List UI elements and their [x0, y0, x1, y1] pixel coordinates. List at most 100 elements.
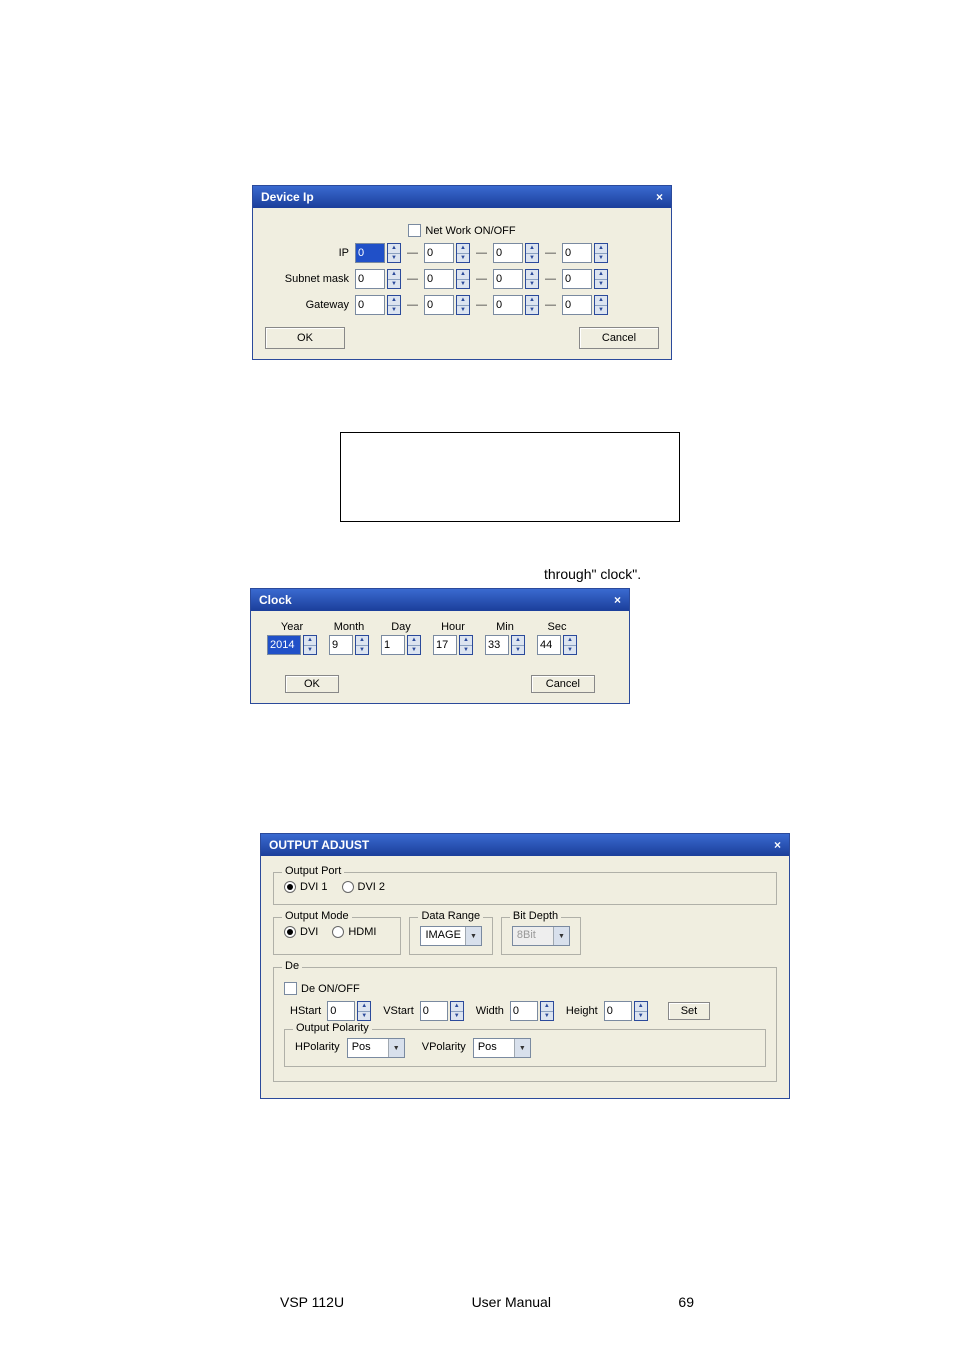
spinner-input[interactable]: [355, 295, 385, 315]
arrow-down-icon[interactable]: ▼: [595, 280, 607, 289]
spinner[interactable]: ▲▼: [493, 269, 539, 289]
arrow-down-icon[interactable]: ▼: [457, 280, 469, 289]
spinner[interactable]: ▲▼: [329, 635, 369, 655]
arrow-down-icon[interactable]: ▼: [304, 646, 316, 655]
arrow-down-icon[interactable]: ▼: [595, 254, 607, 263]
spinner[interactable]: ▲▼: [562, 269, 608, 289]
arrow-up-icon[interactable]: ▲: [356, 636, 368, 646]
arrow-down-icon[interactable]: ▼: [457, 254, 469, 263]
spinner-input[interactable]: [562, 243, 592, 263]
spinner[interactable]: ▲▼: [562, 243, 608, 263]
spinner[interactable]: ▲▼: [604, 1001, 648, 1021]
output-mode-radio[interactable]: DVI: [284, 926, 318, 938]
arrow-up-icon[interactable]: ▲: [388, 270, 400, 280]
close-icon[interactable]: ×: [614, 593, 621, 607]
output-mode-radio[interactable]: HDMI: [332, 926, 376, 938]
spinner[interactable]: ▲▼: [420, 1001, 464, 1021]
spinner-input[interactable]: [424, 295, 454, 315]
spinner[interactable]: ▲▼: [493, 243, 539, 263]
data-range-select[interactable]: IMAGE ▼: [420, 926, 481, 946]
spinner-input[interactable]: [327, 1001, 355, 1021]
arrow-up-icon[interactable]: ▲: [595, 296, 607, 306]
spinner[interactable]: ▲▼: [424, 295, 470, 315]
spinner-input[interactable]: [424, 269, 454, 289]
close-icon[interactable]: ×: [656, 190, 663, 204]
arrow-down-icon[interactable]: ▼: [526, 306, 538, 315]
arrow-down-icon[interactable]: ▼: [388, 254, 400, 263]
spinner-input[interactable]: [562, 269, 592, 289]
arrow-up-icon[interactable]: ▲: [564, 636, 576, 646]
arrow-up-icon[interactable]: ▲: [457, 244, 469, 254]
arrow-up-icon[interactable]: ▲: [388, 296, 400, 306]
arrow-up-icon[interactable]: ▲: [408, 636, 420, 646]
arrow-down-icon[interactable]: ▼: [408, 646, 420, 655]
spinner[interactable]: ▲▼: [510, 1001, 554, 1021]
spinner-input[interactable]: [562, 295, 592, 315]
spinner-input[interactable]: [493, 243, 523, 263]
cancel-button[interactable]: Cancel: [531, 675, 595, 693]
arrow-down-icon[interactable]: ▼: [564, 646, 576, 655]
arrow-down-icon[interactable]: ▼: [457, 306, 469, 315]
spinner-input[interactable]: [355, 243, 385, 263]
arrow-down-icon[interactable]: ▼: [512, 646, 524, 655]
spinner[interactable]: ▲▼: [424, 243, 470, 263]
spinner-input[interactable]: [381, 635, 405, 655]
arrow-down-icon[interactable]: ▼: [388, 306, 400, 315]
spinner[interactable]: ▲▼: [355, 243, 401, 263]
arrow-down-icon[interactable]: ▼: [635, 1012, 647, 1021]
arrow-up-icon[interactable]: ▲: [526, 270, 538, 280]
arrow-up-icon[interactable]: ▲: [541, 1002, 553, 1012]
spinner-input[interactable]: [510, 1001, 538, 1021]
arrow-up-icon[interactable]: ▲: [457, 270, 469, 280]
spinner-input[interactable]: [329, 635, 353, 655]
spinner-input[interactable]: [424, 243, 454, 263]
arrow-up-icon[interactable]: ▲: [304, 636, 316, 646]
arrow-up-icon[interactable]: ▲: [526, 244, 538, 254]
ok-button[interactable]: OK: [265, 327, 345, 349]
hpolarity-select[interactable]: Pos ▼: [347, 1038, 405, 1058]
cancel-button[interactable]: Cancel: [579, 327, 659, 349]
arrow-down-icon[interactable]: ▼: [595, 306, 607, 315]
spinner[interactable]: ▲▼: [355, 269, 401, 289]
arrow-up-icon[interactable]: ▲: [460, 636, 472, 646]
ok-button[interactable]: OK: [285, 675, 339, 693]
spinner-input[interactable]: [537, 635, 561, 655]
arrow-down-icon[interactable]: ▼: [451, 1012, 463, 1021]
spinner-input[interactable]: [493, 269, 523, 289]
arrow-down-icon[interactable]: ▼: [541, 1012, 553, 1021]
spinner-input[interactable]: [420, 1001, 448, 1021]
arrow-up-icon[interactable]: ▲: [451, 1002, 463, 1012]
de-onoff-checkbox[interactable]: De ON/OFF: [284, 982, 360, 995]
spinner[interactable]: ▲▼: [267, 635, 317, 655]
spinner[interactable]: ▲▼: [327, 1001, 371, 1021]
output-port-radio[interactable]: DVI 1: [284, 881, 328, 893]
arrow-down-icon[interactable]: ▼: [526, 280, 538, 289]
close-icon[interactable]: ×: [774, 838, 781, 852]
arrow-down-icon[interactable]: ▼: [460, 646, 472, 655]
spinner-input[interactable]: [493, 295, 523, 315]
spinner-input[interactable]: [485, 635, 509, 655]
set-button[interactable]: Set: [668, 1002, 711, 1020]
arrow-down-icon[interactable]: ▼: [358, 1012, 370, 1021]
spinner[interactable]: ▲▼: [485, 635, 525, 655]
arrow-up-icon[interactable]: ▲: [526, 296, 538, 306]
arrow-up-icon[interactable]: ▲: [635, 1002, 647, 1012]
arrow-up-icon[interactable]: ▲: [457, 296, 469, 306]
output-port-radio[interactable]: DVI 2: [342, 881, 386, 893]
spinner[interactable]: ▲▼: [537, 635, 577, 655]
arrow-up-icon[interactable]: ▲: [512, 636, 524, 646]
arrow-down-icon[interactable]: ▼: [526, 254, 538, 263]
network-onoff-checkbox[interactable]: Net Work ON/OFF: [408, 224, 515, 237]
spinner[interactable]: ▲▼: [355, 295, 401, 315]
arrow-up-icon[interactable]: ▲: [595, 270, 607, 280]
arrow-up-icon[interactable]: ▲: [388, 244, 400, 254]
vpolarity-select[interactable]: Pos ▼: [473, 1038, 531, 1058]
arrow-down-icon[interactable]: ▼: [356, 646, 368, 655]
spinner-input[interactable]: [355, 269, 385, 289]
spinner-input[interactable]: [604, 1001, 632, 1021]
arrow-up-icon[interactable]: ▲: [358, 1002, 370, 1012]
spinner[interactable]: ▲▼: [381, 635, 421, 655]
spinner[interactable]: ▲▼: [424, 269, 470, 289]
spinner[interactable]: ▲▼: [493, 295, 539, 315]
spinner[interactable]: ▲▼: [433, 635, 473, 655]
